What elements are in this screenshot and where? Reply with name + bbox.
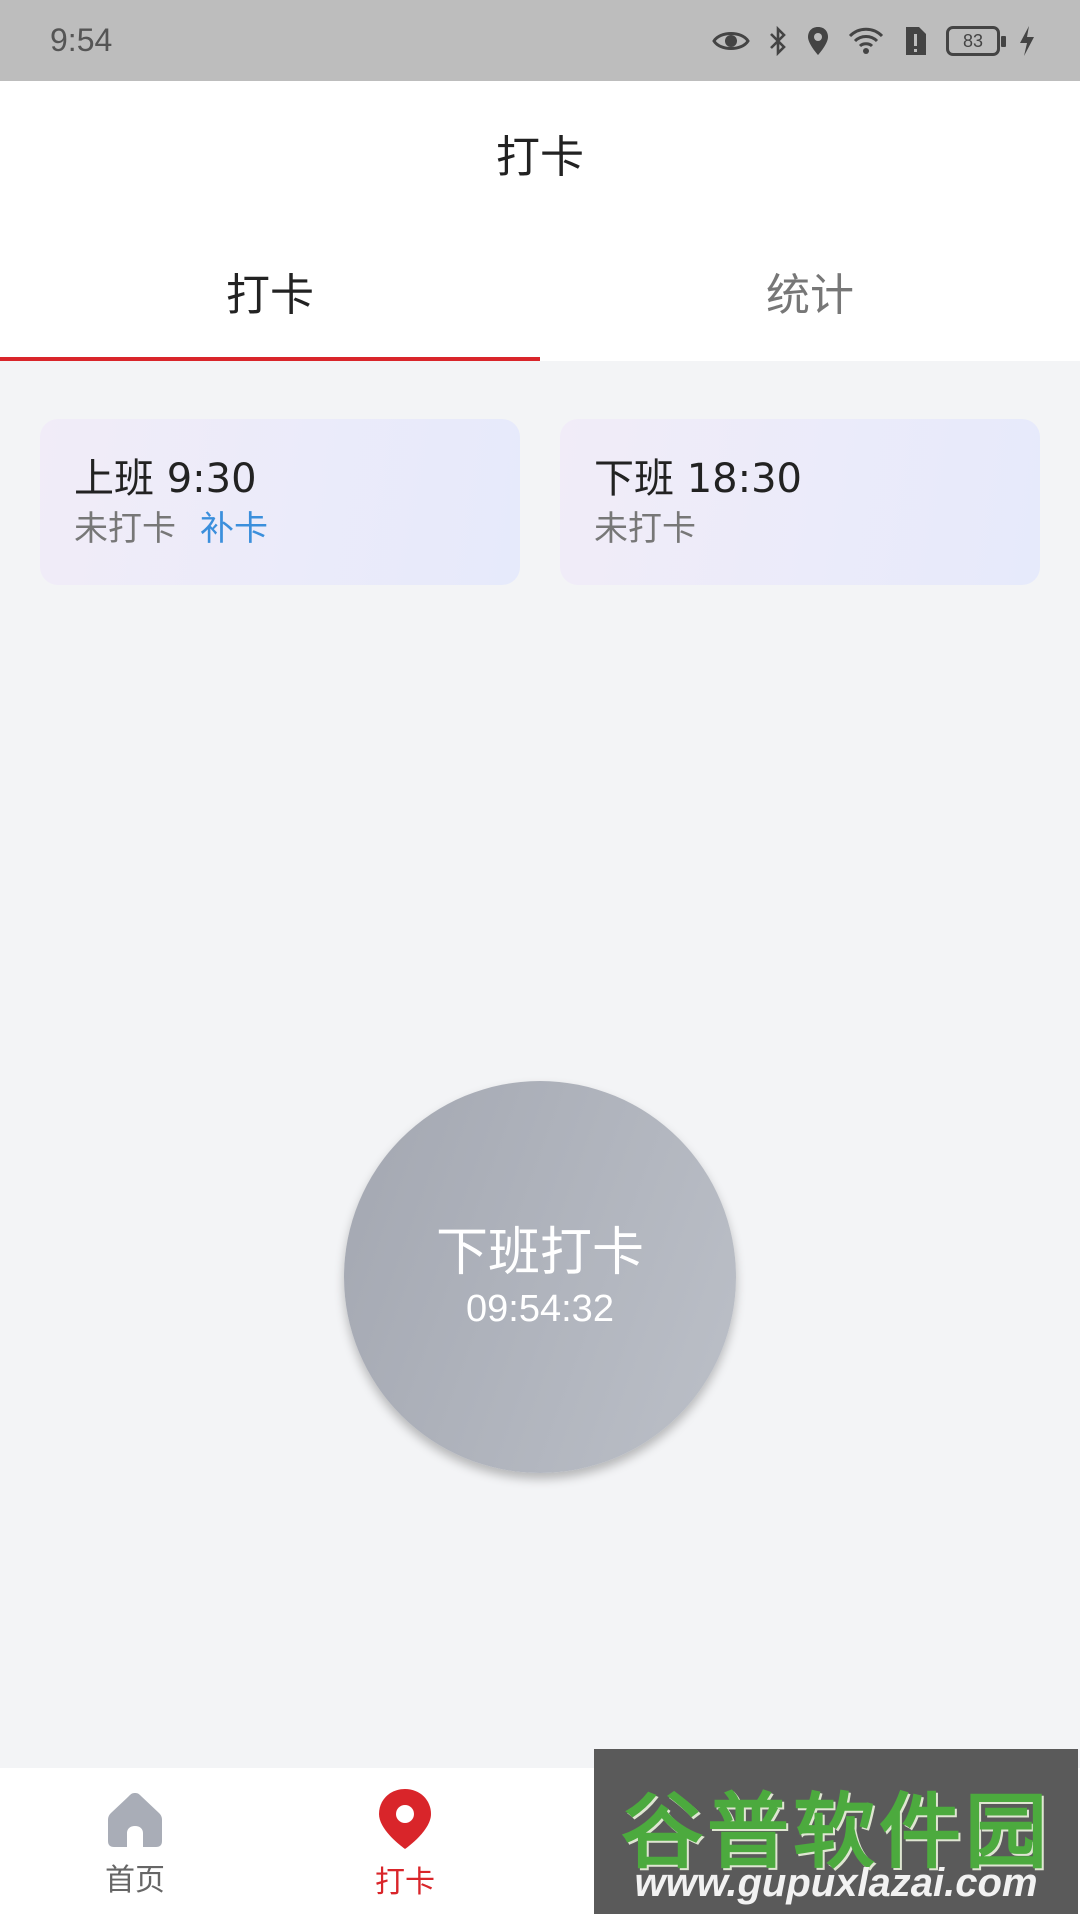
nav-label-punch: 打卡 (375, 1865, 435, 1900)
nav-item-punch[interactable]: 打卡 (270, 1768, 540, 1920)
header: 打卡 打卡 统计 (0, 81, 1080, 361)
bluetooth-icon (770, 25, 786, 57)
location-pin-icon (379, 1789, 431, 1849)
makeup-punch-link[interactable]: 补卡 (200, 509, 268, 549)
location-icon (808, 27, 828, 55)
shift-end-title: 下班 18:30 (594, 456, 802, 502)
shift-start-title: 上班 9:30 (74, 456, 257, 502)
status-time: 9:54 (50, 22, 113, 58)
watermark-url: www.gupuxlazai.com (634, 1861, 1038, 1905)
tab-statistics[interactable]: 统计 (540, 221, 1080, 361)
punch-button[interactable]: 下班打卡 09:54:32 (344, 1081, 736, 1473)
charging-icon (1020, 26, 1034, 56)
shift-end-status: 未打卡 (594, 509, 696, 549)
tab-bar: 打卡 统计 (0, 221, 1080, 361)
eye-icon (712, 32, 750, 50)
shift-card-end: 下班 18:30 未打卡 (560, 419, 1040, 585)
shift-card-start: 上班 9:30 未打卡 补卡 (40, 419, 520, 585)
sim-alert-icon (906, 27, 926, 55)
page-title: 打卡 (496, 132, 584, 183)
shift-start-status: 未打卡 (74, 509, 176, 549)
status-bar: 9:54 83 (0, 0, 1080, 81)
status-icons: 83 (712, 18, 1036, 64)
tab-punch[interactable]: 打卡 (0, 221, 540, 361)
nav-label-home: 首页 (105, 1863, 165, 1898)
home-icon (108, 1793, 162, 1847)
punch-button-time: 09:54:32 (466, 1288, 614, 1330)
nav-item-home[interactable]: 首页 (0, 1768, 270, 1920)
watermark: 谷普软件园 www.gupuxlazai.com (594, 1749, 1078, 1914)
wifi-icon (848, 27, 884, 54)
punch-button-label: 下班打卡 (435, 1223, 644, 1283)
battery-icon: 83 (946, 26, 1006, 56)
